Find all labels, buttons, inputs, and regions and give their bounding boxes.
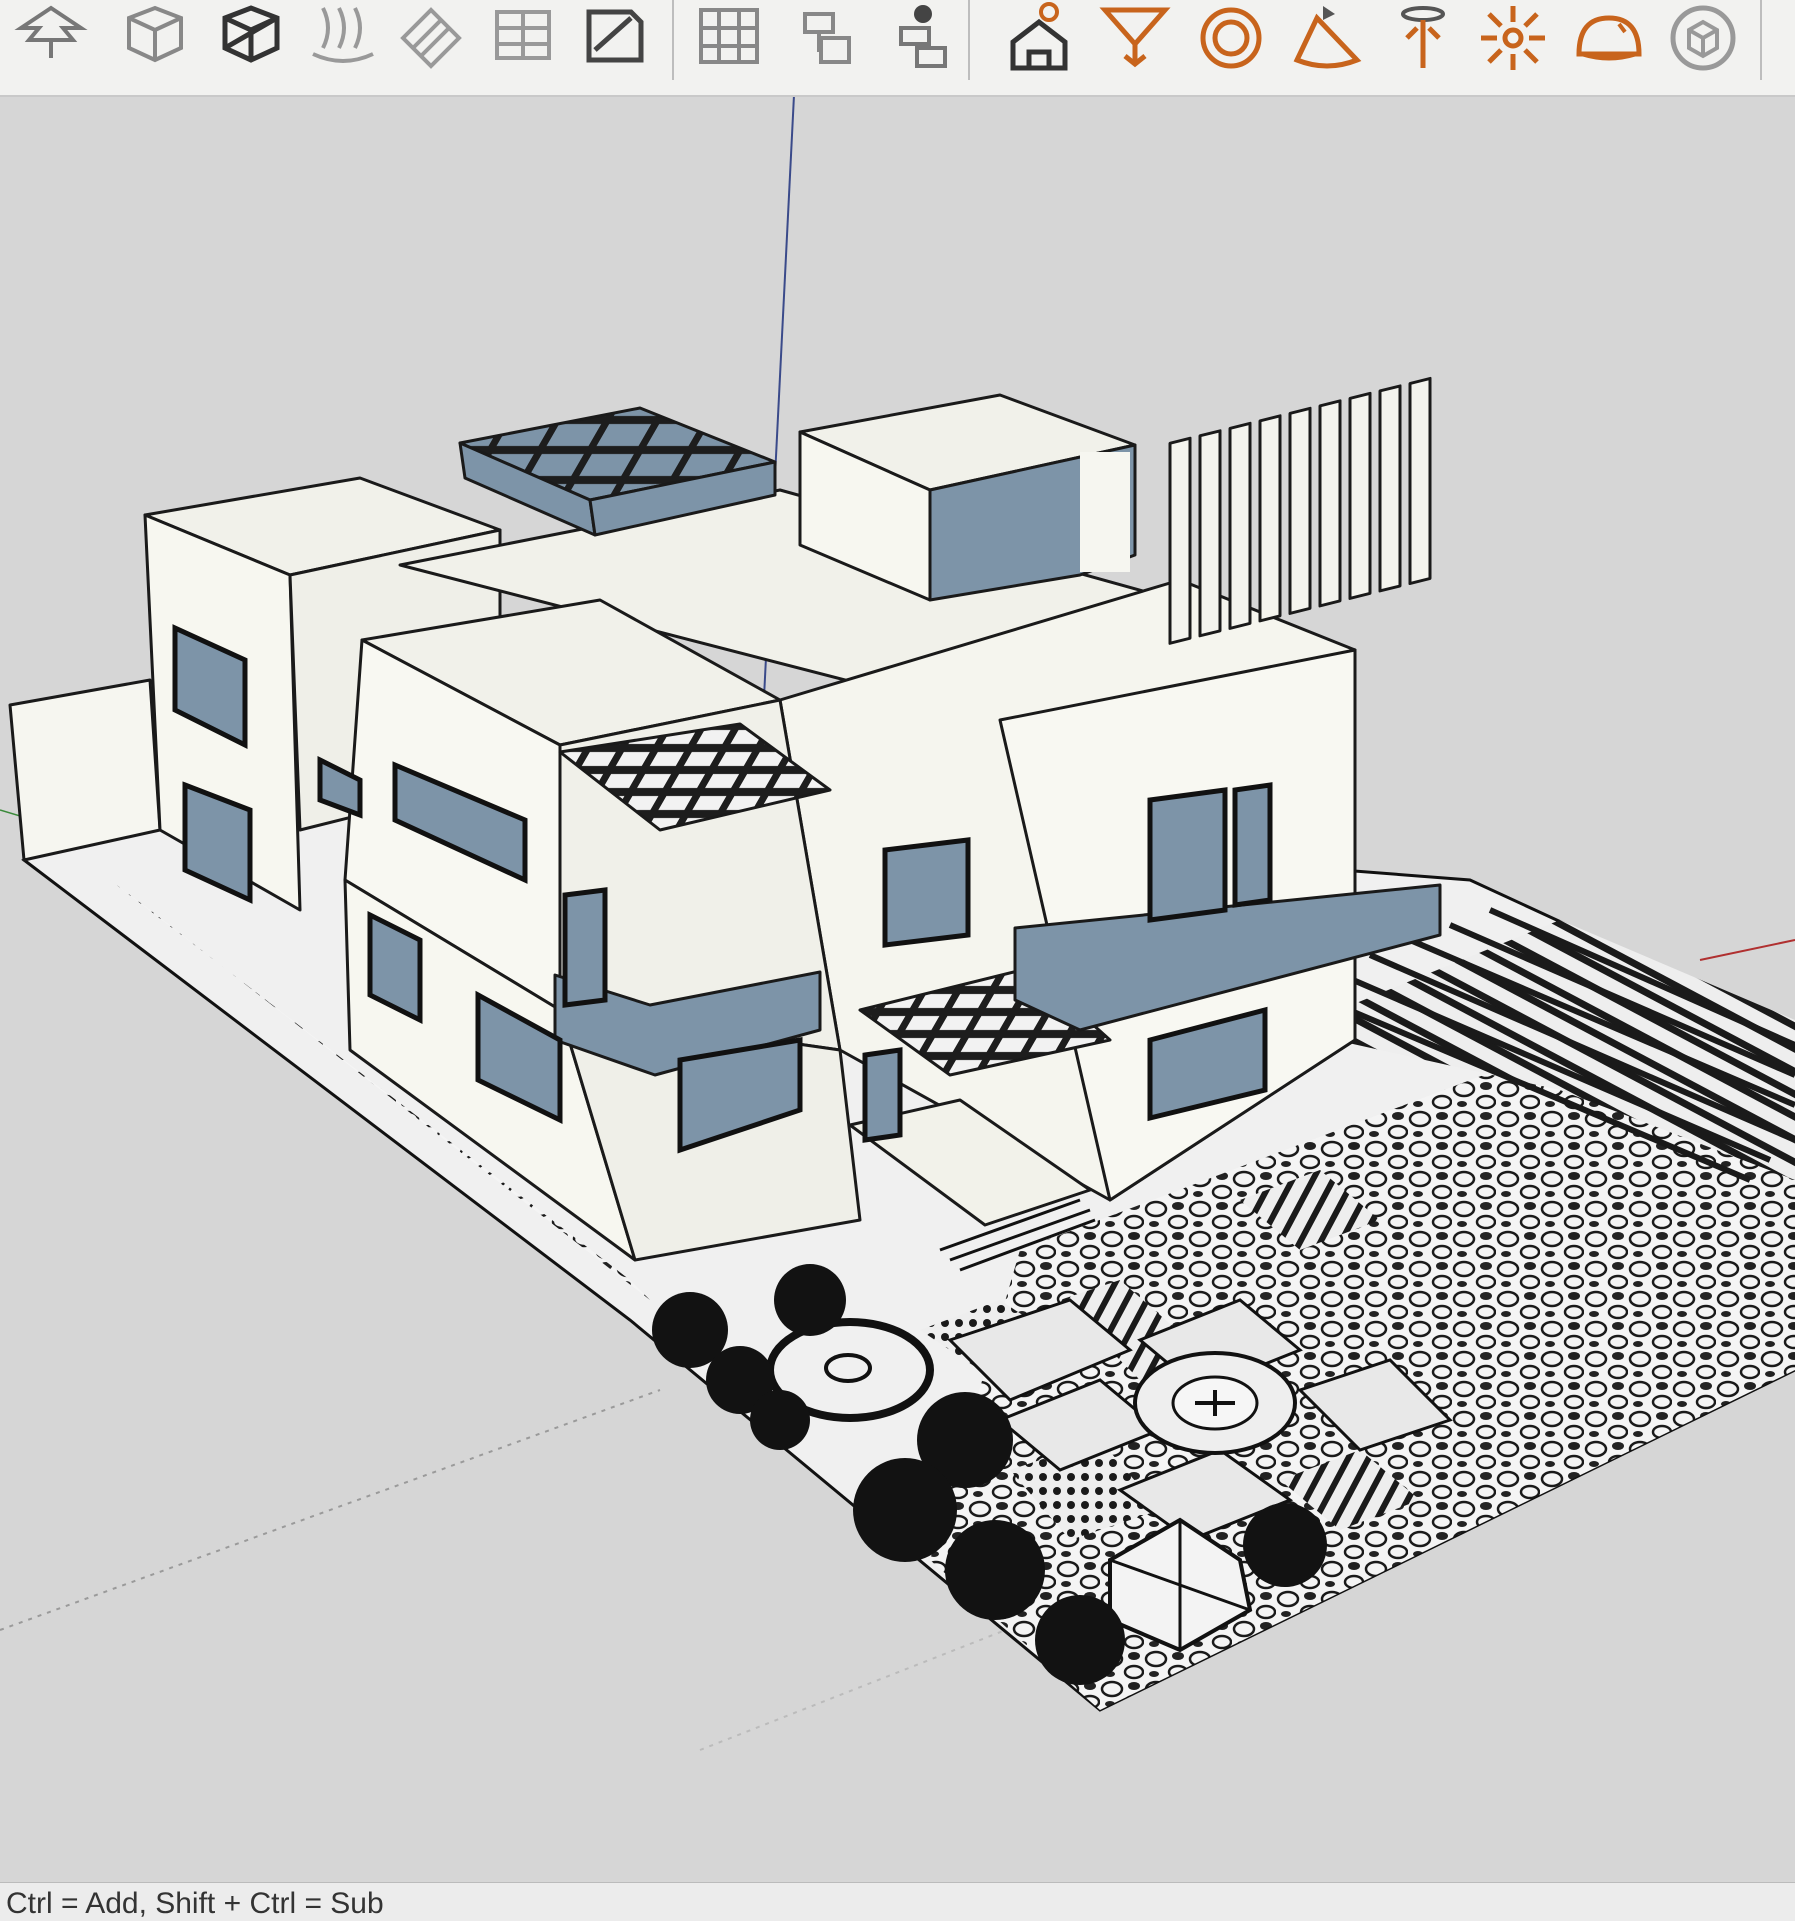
toolbar-separator xyxy=(1760,0,1762,80)
component-eye-icon[interactable] xyxy=(880,0,966,84)
grid-icon[interactable] xyxy=(686,0,772,84)
status-hint-text: Ctrl = Add, Shift + Ctrl = Sub xyxy=(6,1887,384,1920)
model-viewport[interactable] xyxy=(0,97,1795,1882)
louver-screen[interactable] xyxy=(1168,376,1432,645)
main-toolbar xyxy=(0,0,1795,97)
render-lamp-icon[interactable] xyxy=(1380,0,1466,84)
section-cube-icon[interactable] xyxy=(208,0,294,84)
sandbox-icon[interactable] xyxy=(300,0,386,84)
box-icon[interactable] xyxy=(112,0,198,84)
push-pull-icon[interactable] xyxy=(388,0,474,84)
render-house-sun-icon[interactable] xyxy=(996,0,1082,84)
sheet-icon[interactable] xyxy=(572,0,658,84)
render-omni-light-icon[interactable] xyxy=(1470,0,1556,84)
toolbar-separator xyxy=(968,0,970,80)
toolbar-separator xyxy=(672,0,674,80)
status-bar: Ctrl = Add, Shift + Ctrl = Sub xyxy=(0,1882,1795,1921)
render-proxy-icon[interactable] xyxy=(1660,0,1746,84)
render-dome-light-icon[interactable] xyxy=(1566,0,1652,84)
render-cone-light-icon[interactable] xyxy=(1284,0,1370,84)
tree-icon[interactable] xyxy=(8,0,94,84)
model-canvas[interactable] xyxy=(0,97,1795,1882)
render-sphere-icon[interactable] xyxy=(1188,0,1274,84)
component-tree-icon[interactable] xyxy=(784,0,870,84)
render-spotlight-icon[interactable] xyxy=(1092,0,1178,84)
stairs-icon[interactable] xyxy=(480,0,566,84)
